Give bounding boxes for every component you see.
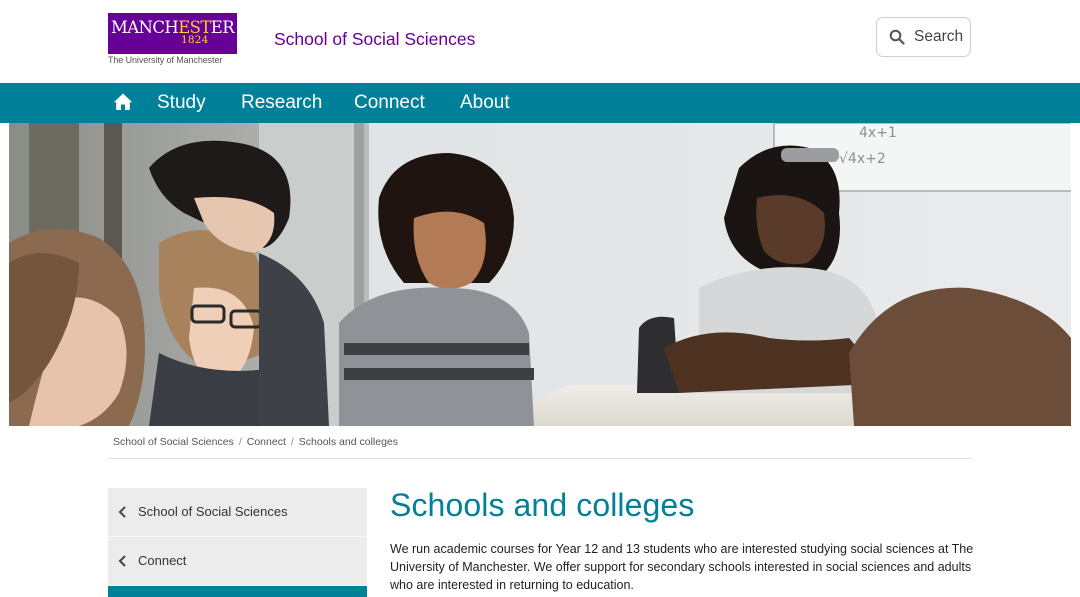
intro-paragraph: We run academic courses for Year 12 and … — [390, 542, 974, 592]
chevron-left-icon — [118, 555, 126, 567]
main-navigation: Study Research Connect About — [0, 83, 1080, 123]
nav-item-study[interactable]: Study — [157, 92, 206, 114]
breadcrumb-school-of-social-sciences[interactable]: School of Social Sciences — [113, 436, 234, 448]
breadcrumb-schools-and-colleges[interactable]: Schools and colleges — [299, 436, 398, 448]
nav-item-connect[interactable]: Connect — [354, 92, 425, 114]
sidenav-item-label: School of Social Sciences — [138, 504, 288, 519]
logo-wordmark: MANCHESTER — [110, 18, 235, 37]
search-icon — [889, 29, 905, 45]
page-title: Schools and colleges — [390, 487, 695, 523]
school-title-link[interactable]: School of Social Sciences — [274, 29, 475, 50]
breadcrumb: School of Social Sciences / Connect / School… — [113, 436, 398, 448]
svg-text:√4x+2: √4x+2 — [839, 151, 886, 167]
nav-item-research[interactable]: Research — [241, 92, 322, 114]
breadcrumb-separator: / — [290, 436, 294, 448]
svg-text:4x+1: 4x+1 — [859, 125, 897, 141]
sidenav-item-connect[interactable]: Connect — [108, 537, 367, 586]
site-header: MANCHESTER 1824 The University of Manche… — [0, 0, 1080, 83]
hero-image: 4x+1 √4x+2 — [9, 123, 1071, 426]
search-label: Search — [914, 28, 964, 45]
breadcrumb-divider — [108, 458, 972, 459]
home-icon[interactable] — [113, 92, 133, 112]
sidenav-item-active[interactable] — [108, 586, 367, 597]
logo-subtitle: The University of Manchester — [108, 55, 223, 65]
university-logo[interactable]: MANCHESTER 1824 The University of Manche… — [108, 13, 237, 67]
sidenav-item-school-of-social-sciences[interactable]: School of Social Sciences — [108, 488, 367, 537]
logo-badge: MANCHESTER 1824 — [108, 13, 237, 54]
sidenav-item-label: Connect — [138, 553, 187, 568]
chevron-left-icon — [118, 506, 126, 518]
logo-year: 1824 — [181, 34, 209, 46]
section-sidenav: School of Social Sciences Connect — [108, 488, 367, 597]
breadcrumb-separator: / — [238, 436, 242, 448]
search-button[interactable]: Search — [876, 17, 971, 57]
breadcrumb-connect[interactable]: Connect — [247, 436, 286, 448]
nav-item-about[interactable]: About — [460, 92, 510, 114]
hero-photo-students: 4x+1 √4x+2 — [9, 123, 1071, 426]
